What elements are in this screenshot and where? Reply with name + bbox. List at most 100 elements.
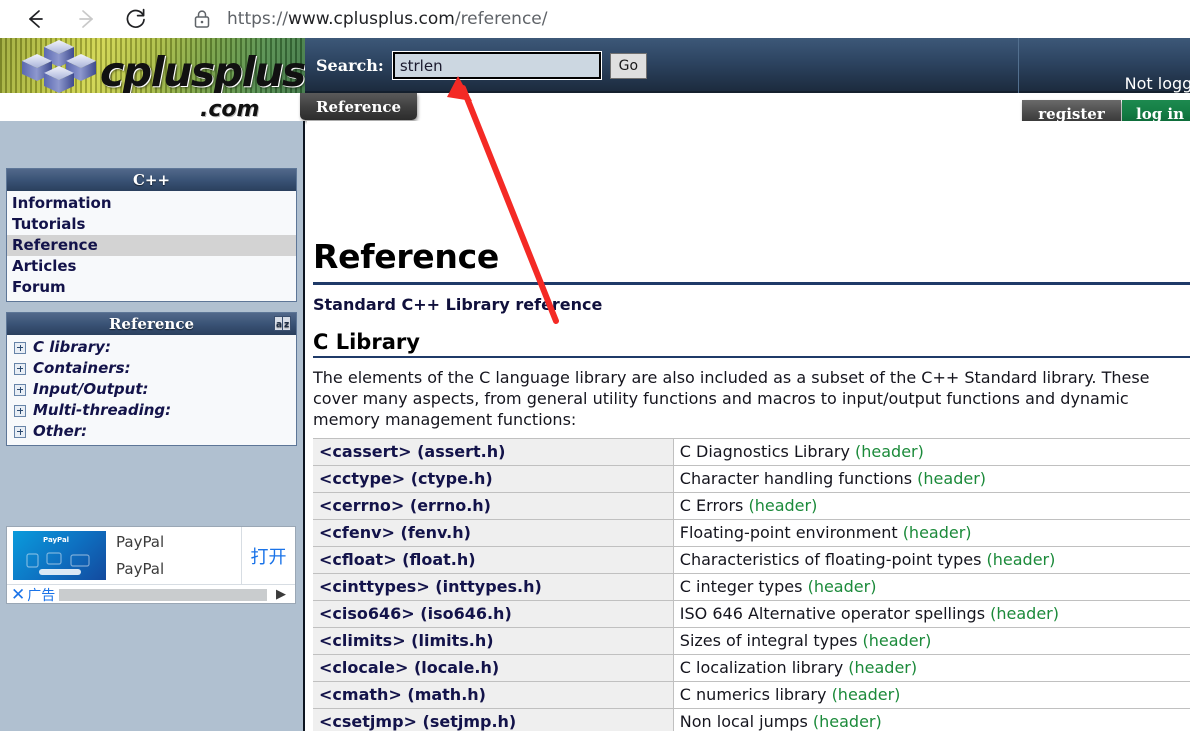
table-row[interactable]: <cinttypes> (inttypes.h) C integer types… [313, 573, 1190, 601]
table-row[interactable]: <climits> (limits.h) Sizes of integral t… [313, 627, 1190, 655]
header-tag[interactable]: (header) [990, 604, 1059, 623]
ad-open-button[interactable]: 打开 [241, 527, 295, 584]
table-row[interactable]: <ciso646> (iso646.h) ISO 646 Alternative… [313, 600, 1190, 628]
login-status-text: Not logged in [1124, 74, 1190, 93]
table-row[interactable]: <cctype> (ctype.h) Character handling fu… [313, 465, 1190, 493]
table-row[interactable]: <clocale> (locale.h) C localization libr… [313, 654, 1190, 682]
svg-text:a: a [276, 320, 282, 330]
page-title: Reference [313, 237, 499, 276]
header-tag[interactable]: (header) [903, 523, 972, 542]
reference-item-label: C library: [33, 338, 111, 356]
reference-item-other[interactable]: Other: [7, 421, 296, 442]
desc-text: C integer types [679, 577, 808, 596]
reference-item-input-output[interactable]: Input/Output: [7, 379, 296, 400]
paypal-logo-icon: PayPal [43, 536, 70, 544]
ad-next-icon[interactable]: ▶ [267, 587, 295, 602]
header-name-cell[interactable]: <cassert> (assert.h) [313, 438, 674, 466]
header-tag[interactable]: (header) [855, 442, 924, 461]
page-viewport: cplusplus Search: Go Not logged in Refer… [0, 38, 1190, 731]
header-tag[interactable]: (header) [832, 685, 901, 704]
reference-item-containers[interactable]: Containers: [7, 358, 296, 379]
table-row[interactable]: <cfloat> (float.h) Characteristics of fl… [313, 546, 1190, 574]
sidebar-item-tutorials[interactable]: Tutorials [7, 214, 296, 235]
main-content: Reference Standard C++ Library reference… [307, 121, 1190, 731]
reference-panel: Reference a z C library: Containers: Inp… [6, 312, 297, 446]
section-intro-text: The elements of the C language library a… [313, 368, 1150, 429]
header-name-cell[interactable]: <cmath> (math.h) [313, 681, 674, 709]
sidebar-item-forum[interactable]: Forum [7, 277, 296, 298]
header-name-cell[interactable]: <ciso646> (iso646.h) [313, 600, 674, 628]
desc-text: C localization library [679, 658, 849, 677]
table-row[interactable]: <cmath> (math.h) C numerics library (hea… [313, 681, 1190, 709]
reference-item-multi-threading[interactable]: Multi-threading: [7, 400, 296, 421]
table-row[interactable]: <cassert> (assert.h) C Diagnostics Libra… [313, 438, 1190, 466]
header-tag[interactable]: (header) [917, 469, 986, 488]
header-name-cell[interactable]: <cinttypes> (inttypes.h) [313, 573, 674, 601]
expand-plus-icon[interactable] [14, 341, 26, 354]
header-desc-cell: C Errors (header) [673, 492, 1190, 520]
desc-text: C Diagnostics Library [679, 442, 855, 461]
desc-text: C Errors [679, 496, 749, 515]
reload-button[interactable] [114, 0, 158, 38]
header-desc-cell: Floating-point environment (header) [673, 519, 1190, 547]
search-input[interactable] [391, 51, 602, 80]
header-tag[interactable]: (header) [848, 658, 917, 677]
tab-strip: Reference [0, 93, 1190, 121]
expand-plus-icon[interactable] [14, 425, 26, 438]
sidebar-item-information[interactable]: Information [7, 193, 296, 214]
expand-plus-icon[interactable] [14, 362, 26, 375]
search-go-button[interactable]: Go [609, 52, 647, 79]
alphabetical-sort-icon[interactable]: a z [274, 316, 291, 331]
header-desc-cell: Characteristics of floating-point types … [673, 546, 1190, 574]
sidebar-item-reference[interactable]: Reference [7, 235, 296, 256]
reference-item-label: Input/Output: [33, 380, 149, 398]
desc-text: Floating-point environment [679, 523, 903, 542]
advertisement-widget[interactable]: PayPal PayPal PayPal 打开 ✕ 广告 ▶ [6, 526, 296, 605]
header-tag[interactable]: (header) [748, 496, 817, 515]
site-logo-dotcom: .com [200, 97, 260, 122]
reference-panel-body: C library: Containers: Input/Output: Mul… [7, 335, 296, 445]
c-library-headers-table: <cassert> (assert.h) C Diagnostics Libra… [313, 438, 1190, 731]
desc-text: Character handling functions [679, 469, 918, 488]
reference-item-label: Containers: [33, 359, 131, 377]
header-name-cell[interactable]: <cerrno> (errno.h) [313, 492, 674, 520]
header-name-cell[interactable]: <climits> (limits.h) [313, 627, 674, 655]
url-scheme: https:// [227, 9, 288, 29]
ad-thumb-decoration-icon [23, 550, 97, 570]
expand-plus-icon[interactable] [14, 404, 26, 417]
address-bar-text: https://www.cplusplus.com/reference/ [227, 9, 547, 29]
header-tag[interactable]: (header) [808, 577, 877, 596]
ad-texts: PayPal PayPal [106, 527, 241, 584]
site-header: cplusplus Search: Go Not logged in [0, 38, 1190, 93]
expand-plus-icon[interactable] [14, 383, 26, 396]
search-label: Search: [316, 56, 384, 75]
header-name-cell[interactable]: <cfloat> (float.h) [313, 546, 674, 574]
header-desc-cell: C numerics library (header) [673, 681, 1190, 709]
lock-icon [191, 8, 213, 30]
site-logo-banner[interactable]: cplusplus [0, 38, 305, 93]
reference-panel-header: Reference a z [7, 313, 296, 335]
header-tag[interactable]: (header) [987, 550, 1056, 569]
sidebar-item-articles[interactable]: Articles [7, 256, 296, 277]
address-bar[interactable]: https://www.cplusplus.com/reference/ [175, 3, 1185, 35]
header-tag[interactable]: (header) [863, 631, 932, 650]
ad-progress-track [59, 588, 267, 601]
ad-close-icon[interactable]: ✕ [7, 585, 27, 605]
back-button[interactable] [14, 0, 58, 38]
reference-item-c-library[interactable]: C library: [7, 337, 296, 358]
header-tag[interactable]: (header) [813, 712, 882, 731]
tab-reference[interactable]: Reference [300, 93, 418, 120]
cpp-panel-title: C++ [7, 169, 296, 191]
section-title-c-library: C Library [313, 330, 420, 354]
header-desc-cell: C Diagnostics Library (header) [673, 438, 1190, 466]
header-name-cell[interactable]: <cfenv> (fenv.h) [313, 519, 674, 547]
header-name-cell[interactable]: <csetjmp> (setjmp.h) [313, 708, 674, 731]
table-row[interactable]: <csetjmp> (setjmp.h) Non local jumps (he… [313, 708, 1190, 731]
reference-item-label: Other: [33, 422, 88, 440]
header-desc-cell: Sizes of integral types (header) [673, 627, 1190, 655]
table-row[interactable]: <cfenv> (fenv.h) Floating-point environm… [313, 519, 1190, 547]
header-name-cell[interactable]: <clocale> (locale.h) [313, 654, 674, 682]
table-row[interactable]: <cerrno> (errno.h) C Errors (header) [313, 492, 1190, 520]
header-name-cell[interactable]: <cctype> (ctype.h) [313, 465, 674, 493]
url-path: /reference/ [454, 9, 548, 29]
